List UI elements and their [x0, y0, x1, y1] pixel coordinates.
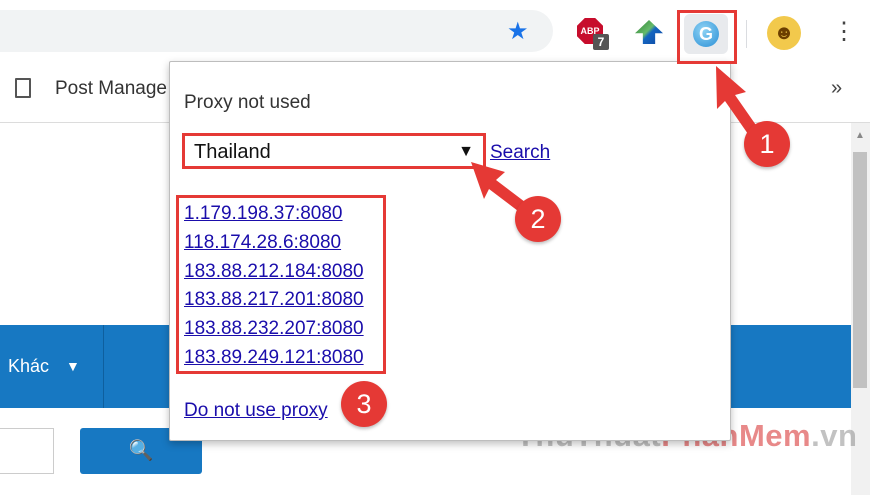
bookmarks-overflow-button[interactable]: » [831, 77, 842, 100]
adblock-count-badge: 7 [593, 34, 609, 50]
callout-badge-3: 3 [341, 381, 387, 427]
highlight-box-country [182, 133, 486, 169]
kebab-icon[interactable]: ⋮ [832, 16, 856, 48]
adblock-extension-button[interactable]: ABP 7 [575, 16, 609, 50]
highlight-box-extension [677, 10, 737, 64]
nav-divider [103, 325, 104, 408]
magnifier-icon: 🔍 [128, 440, 154, 462]
star-icon[interactable]: ★ [507, 20, 529, 44]
site-search-input[interactable] [0, 428, 54, 474]
callout-badge-2: 2 [515, 196, 561, 242]
profile-avatar[interactable]: ☻ [767, 16, 801, 50]
browser-toolbar: ★ ABP 7 G ☻ ⋮ [0, 0, 870, 63]
scroll-up-icon[interactable]: ▲ [855, 130, 865, 141]
document-icon [15, 78, 31, 98]
download-arrow-icon [635, 20, 663, 44]
callout-badge-1: 1 [744, 121, 790, 167]
idm-extension-button[interactable] [633, 16, 665, 48]
search-link[interactable]: Search [490, 142, 550, 164]
nav-item-khac[interactable]: Khác [8, 356, 49, 377]
toolbar-separator [746, 20, 747, 48]
do-not-use-proxy-link[interactable]: Do not use proxy [184, 400, 328, 422]
caret-down-icon: ▼ [66, 358, 80, 374]
bookmark-post-manage[interactable]: Post Manage [55, 78, 167, 100]
address-bar[interactable] [0, 10, 553, 52]
proxy-status: Proxy not used [184, 92, 311, 113]
highlight-box-proxies [176, 195, 386, 374]
scrollbar-thumb[interactable] [853, 152, 867, 388]
